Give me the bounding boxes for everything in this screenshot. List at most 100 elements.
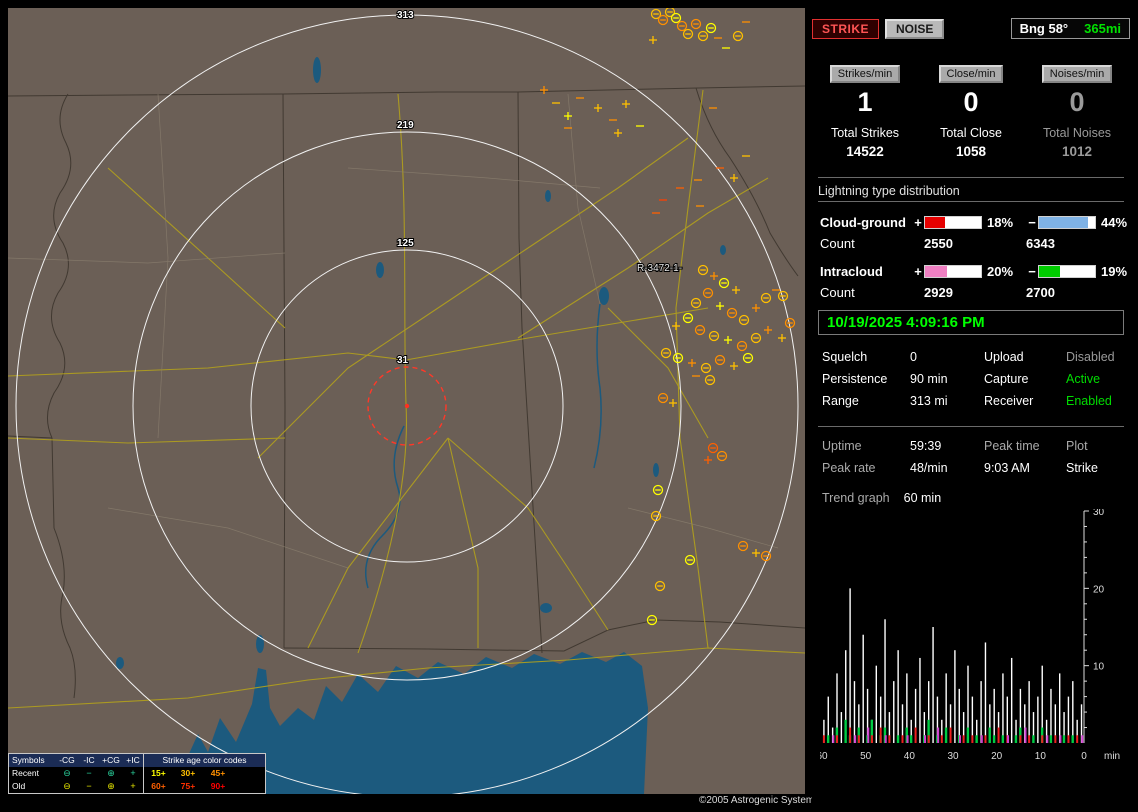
capture-value: Active — [1066, 372, 1101, 386]
circle-minus-icon: ⊖ — [63, 768, 71, 778]
distribution-title: Lightning type distribution — [818, 184, 1124, 202]
range-value: 313 mi — [910, 394, 948, 408]
bearing-value: Bng 58° — [1019, 21, 1069, 36]
svg-text:50: 50 — [860, 751, 872, 762]
bearing-box: Bng 58° 365mi — [1010, 18, 1130, 39]
cg-positive-count: 2550 — [924, 236, 953, 251]
svg-text:60: 60 — [820, 751, 828, 762]
ic-negative-bar — [1038, 265, 1096, 278]
noises-per-min-value: 0 — [1069, 87, 1085, 117]
persistence-value: 90 min — [910, 372, 948, 386]
legend-col-ncg: -CG — [55, 754, 79, 767]
circle-plus-icon: ⊕ — [107, 781, 115, 791]
divider — [818, 426, 1124, 427]
datetime-display: 10/19/2025 4:09:16 PM — [818, 310, 1124, 335]
svg-text:0: 0 — [1081, 751, 1087, 762]
svg-text:30: 30 — [947, 751, 959, 762]
cg-negative-pct: 44% — [1101, 215, 1128, 230]
upload-label: Upload — [984, 350, 1024, 364]
total-close-value: 1058 — [955, 144, 987, 159]
trend-graph: 10 20 30 60 50 40 30 20 10 0 min — [820, 509, 1120, 762]
cg-positive-bar — [924, 216, 982, 229]
ic-positive-count: 2929 — [924, 285, 953, 300]
noise-button[interactable]: NOISE — [885, 18, 945, 39]
stats-grid: Uptime 59:39 Peak time Plot Peak rate 48… — [822, 439, 1130, 475]
circle-plus-icon: ⊕ — [107, 768, 115, 778]
total-noises-value: 1012 — [1061, 144, 1093, 159]
cg-negative-count: 6343 — [1026, 236, 1055, 251]
trend-graph-label: Trend graph — [822, 491, 890, 505]
legend-old-label: Old — [12, 781, 26, 791]
plus-icon: + — [130, 768, 136, 778]
water-bodies — [116, 57, 726, 794]
receiver-label: Receiver — [984, 394, 1034, 408]
range-label: Range — [822, 394, 859, 408]
legend-col-pic: +IC — [123, 754, 143, 767]
legend-col-nic: -IC — [79, 754, 99, 767]
peak-time-label: Peak time — [984, 439, 1040, 453]
minus-sign: − — [1028, 215, 1036, 230]
upload-value: Disabled — [1066, 350, 1115, 364]
capture-label: Capture — [984, 372, 1029, 386]
legend-col-pcg: +CG — [99, 754, 123, 767]
peak-rate-label: Peak rate — [822, 461, 876, 475]
cg-negative-bar — [1038, 216, 1096, 229]
ic-positive-pct: 20% — [987, 264, 1014, 279]
ic-positive-bar — [924, 265, 982, 278]
plus-icon: + — [130, 781, 136, 791]
plus-sign: + — [914, 264, 922, 279]
legend-recent-label: Recent — [12, 768, 39, 778]
lightning-map[interactable]: 313 219 125 31 R-3472-1- Symbols -CG -IC +CG… — [8, 8, 805, 794]
divider — [818, 177, 1124, 178]
svg-text:10: 10 — [1093, 662, 1105, 673]
uptime-label: Uptime — [822, 439, 862, 453]
squelch-value: 0 — [910, 350, 917, 364]
close-per-min-value: 0 — [963, 87, 979, 117]
age-60: 60+ — [151, 781, 166, 791]
uptime-value: 59:39 — [910, 439, 942, 453]
legend-symbols-header: Symbols — [9, 754, 55, 767]
age-45: 45+ — [210, 768, 226, 778]
cg-count-label: Count — [820, 236, 855, 251]
minus-sign: − — [1028, 264, 1036, 279]
status-panel: STRIKE NOISE Bng 58° 365mi Strikes/min C… — [812, 8, 1130, 804]
age-15: 15+ — [151, 768, 166, 778]
state-borders — [8, 85, 805, 699]
receiver-value: Enabled — [1066, 394, 1112, 408]
roads-minor — [8, 93, 779, 569]
copyright: ©2005 Astrogenic Systems — [695, 794, 824, 807]
strike-button[interactable]: STRIKE — [812, 18, 880, 39]
plus-sign: + — [914, 215, 922, 230]
circle-minus-icon: ⊖ — [63, 781, 71, 791]
total-close-label: Total Close — [940, 126, 1002, 140]
intracloud-label: Intracloud — [820, 264, 883, 279]
close-per-min-button[interactable]: Close/min — [938, 65, 1004, 83]
rivers — [365, 303, 602, 589]
ic-count-label: Count — [820, 285, 855, 300]
map-canvas: 313 219 125 31 R-3472-1- — [8, 8, 805, 794]
cg-positive-pct: 18% — [987, 215, 1014, 230]
total-strikes-value: 14522 — [846, 144, 884, 159]
plot-label: Plot — [1066, 439, 1088, 453]
svg-text:313: 313 — [397, 10, 414, 21]
svg-text:20: 20 — [991, 751, 1003, 762]
svg-text:min: min — [1104, 751, 1120, 762]
plot-value: Strike — [1066, 461, 1098, 475]
peak-time-value: 9:03 AM — [984, 461, 1030, 475]
peak-rate-value: 48/min — [910, 461, 948, 475]
total-noises-label: Total Noises — [1042, 126, 1112, 140]
ic-negative-count: 2700 — [1026, 285, 1055, 300]
status-grid: Squelch 0 Upload Disabled Persistence 90… — [822, 350, 1130, 408]
svg-text:R-3472-1-: R-3472-1- — [637, 263, 682, 274]
minus-icon: − — [86, 768, 92, 778]
strikes-per-min-button[interactable]: Strikes/min — [829, 65, 901, 83]
age-75: 75+ — [180, 781, 196, 791]
minus-icon: − — [86, 781, 92, 791]
persistence-label: Persistence — [822, 372, 888, 386]
svg-text:31: 31 — [397, 355, 409, 366]
age-90: 90+ — [210, 781, 226, 791]
noises-per-min-button[interactable]: Noises/min — [1041, 65, 1113, 83]
total-strikes-label: Total Strikes — [830, 126, 900, 140]
distance-value: 365mi — [1084, 21, 1121, 36]
ic-negative-pct: 19% — [1101, 264, 1128, 279]
